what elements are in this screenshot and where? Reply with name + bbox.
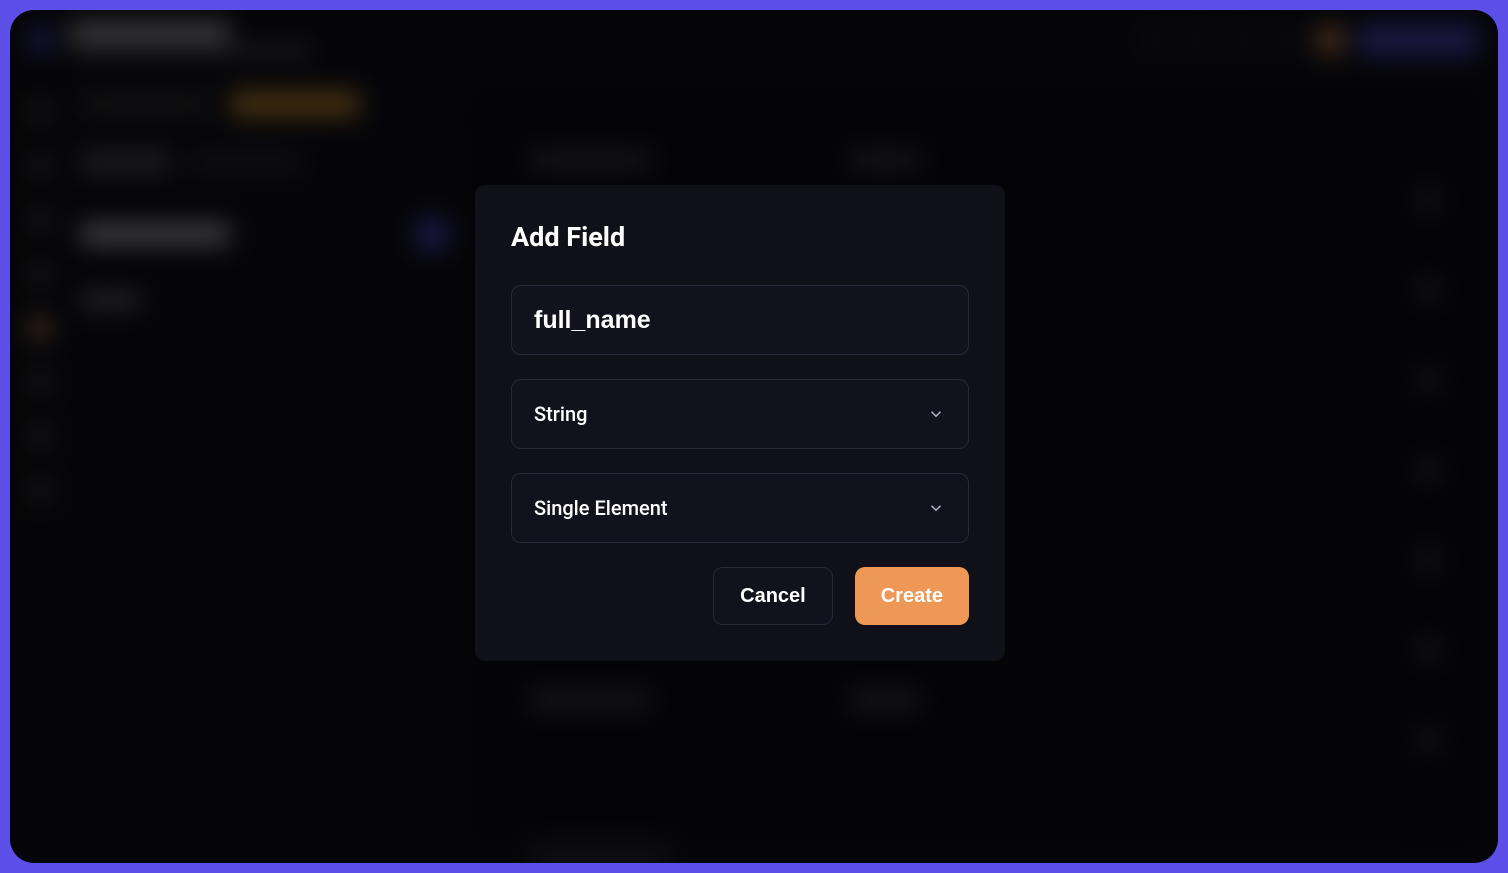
field-name-input[interactable] <box>511 285 969 355</box>
field-type-value: String <box>534 402 587 426</box>
cancel-button[interactable]: Cancel <box>713 567 833 625</box>
chevron-down-icon <box>926 404 946 424</box>
modal-actions: Cancel Create <box>511 567 969 625</box>
field-cardinality-value: Single Element <box>534 496 668 520</box>
field-cardinality-select[interactable]: Single Element <box>511 473 969 543</box>
app-frame: Add Field String Single Element Cancel C… <box>10 10 1498 863</box>
add-field-modal: Add Field String Single Element Cancel C… <box>475 185 1005 661</box>
create-button[interactable]: Create <box>855 567 969 625</box>
field-type-select[interactable]: String <box>511 379 969 449</box>
modal-title: Add Field <box>511 221 969 253</box>
chevron-down-icon <box>926 498 946 518</box>
